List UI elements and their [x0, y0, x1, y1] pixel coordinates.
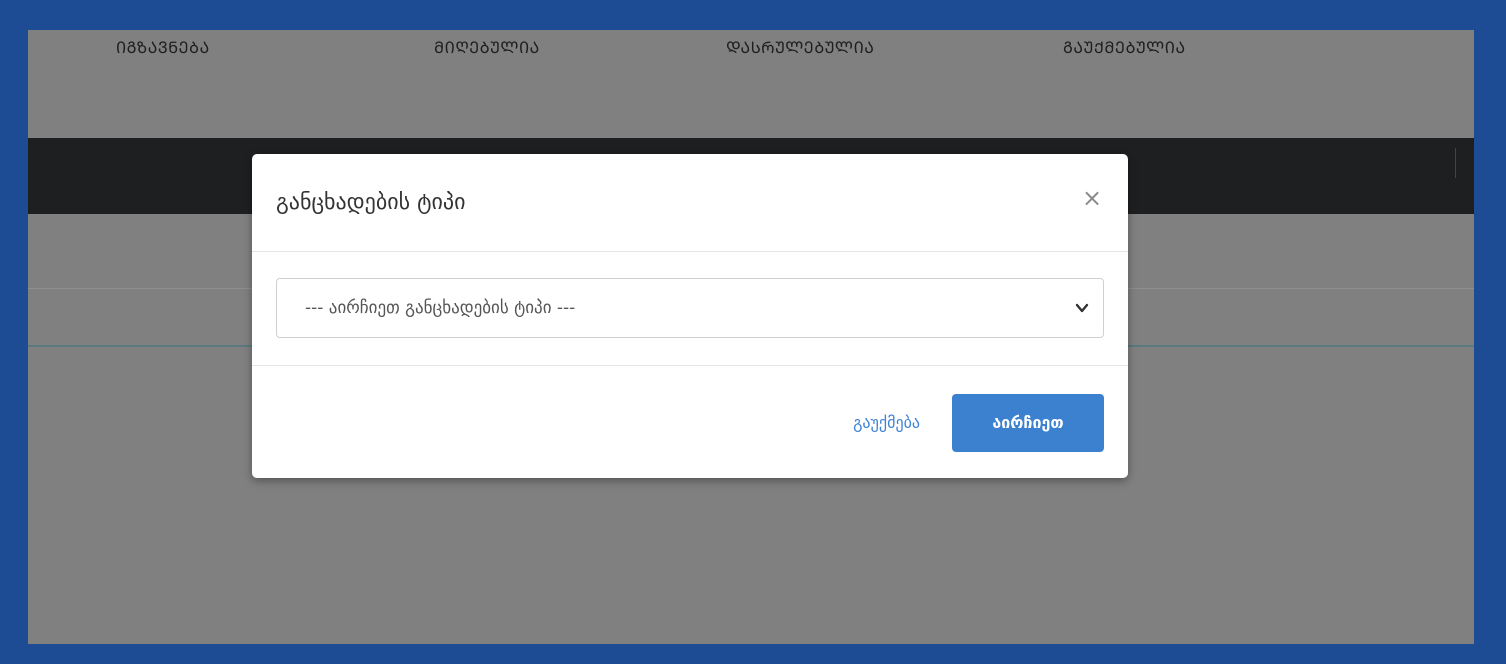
application-type-select[interactable]: --- აირჩიეთ განცხადების ტიპი --- — [276, 278, 1104, 338]
modal-body: --- აირჩიეთ განცხადების ტიპი --- — [252, 252, 1128, 366]
app-screen: ᲘᲒᲖᲐᲕᲜᲔᲑᲐ ᲛᲘᲦᲔᲑᲣᲚᲘᲐ ᲓᲐᲡᲠᲣᲚᲔᲑᲣᲚᲘᲐ ᲒᲐᲣᲥᲛᲔᲑ… — [28, 30, 1474, 644]
tab-completed[interactable]: ᲓᲐᲡᲠᲣᲚᲔᲑᲣᲚᲘᲐ — [726, 36, 874, 58]
chevron-down-icon — [1075, 303, 1089, 313]
tab-cancelled[interactable]: ᲒᲐᲣᲥᲛᲔᲑᲣᲚᲘᲐ — [1063, 36, 1186, 58]
modal-header: განცხადების ტიპი × — [252, 154, 1128, 252]
navbar-divider — [1455, 148, 1456, 178]
application-type-modal: განცხადების ტიპი × --- აირჩიეთ განცხადებ… — [252, 154, 1128, 478]
modal-title: განცხადების ტიპი — [276, 190, 466, 215]
tab-sending[interactable]: ᲘᲒᲖᲐᲕᲜᲔᲑᲐ — [116, 36, 210, 58]
modal-footer: გაუქმება აირჩიეთ — [252, 366, 1128, 478]
close-icon[interactable]: × — [1080, 186, 1104, 210]
select-value: --- აირჩიეთ განცხადების ტიპი --- — [305, 298, 576, 318]
select-button[interactable]: აირჩიეთ — [952, 394, 1104, 452]
tab-received[interactable]: ᲛᲘᲦᲔᲑᲣᲚᲘᲐ — [434, 36, 540, 58]
cancel-button[interactable]: გაუქმება — [853, 394, 920, 452]
status-tabs: ᲘᲒᲖᲐᲕᲜᲔᲑᲐ ᲛᲘᲦᲔᲑᲣᲚᲘᲐ ᲓᲐᲡᲠᲣᲚᲔᲑᲣᲚᲘᲐ ᲒᲐᲣᲥᲛᲔᲑ… — [28, 30, 1474, 90]
screenshot-frame: ᲘᲒᲖᲐᲕᲜᲔᲑᲐ ᲛᲘᲦᲔᲑᲣᲚᲘᲐ ᲓᲐᲡᲠᲣᲚᲔᲑᲣᲚᲘᲐ ᲒᲐᲣᲥᲛᲔᲑ… — [0, 0, 1506, 664]
